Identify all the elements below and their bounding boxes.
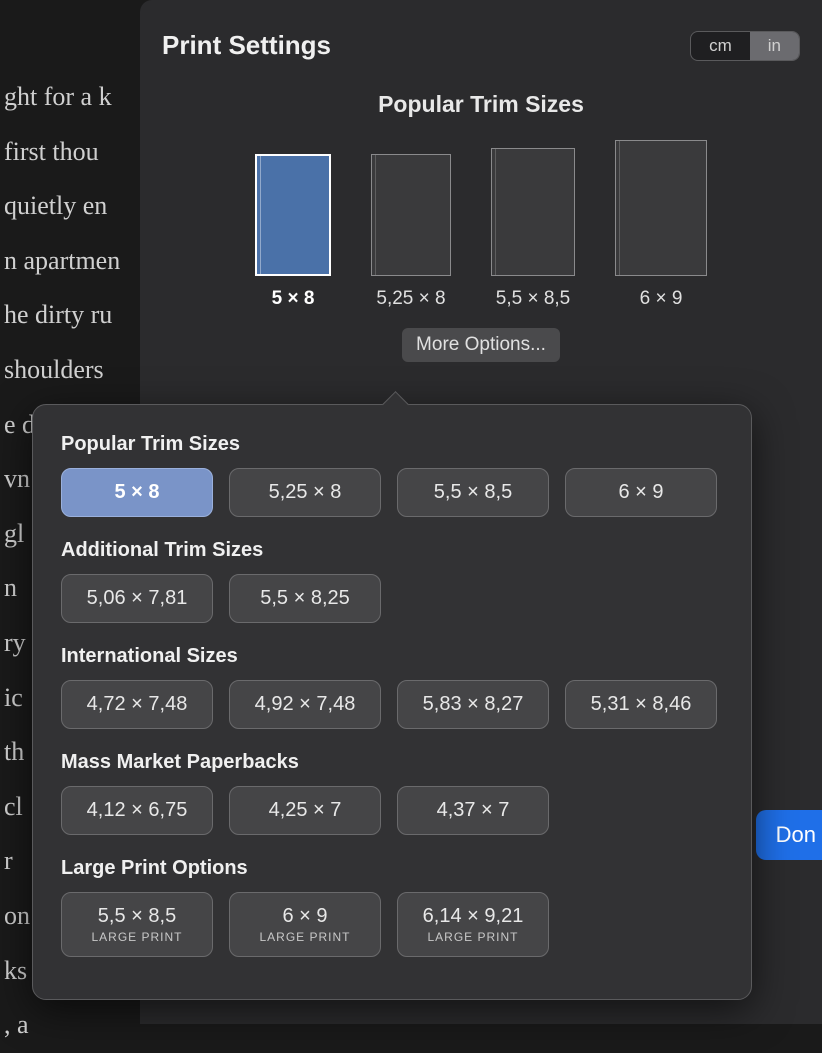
size-option-label: 6,14 × 9,21 (423, 905, 524, 928)
popular-sizes-title: Popular Trim Sizes (162, 91, 800, 118)
trim-preview-label: 5 × 8 (272, 288, 315, 310)
size-option-label: 5,31 × 8,46 (591, 693, 692, 716)
unit-cm-button[interactable]: cm (691, 32, 750, 60)
trim-box (491, 148, 575, 276)
size-option-label: 5 × 8 (114, 481, 159, 504)
popover-section-title: International Sizes (61, 645, 723, 668)
size-option-sublabel: LARGE PRINT (91, 930, 182, 944)
size-option[interactable]: 5,5 × 8,5 (397, 468, 549, 517)
panel-title: Print Settings (162, 30, 331, 61)
popover-row: 5,06 × 7,81 5,5 × 8,25 (61, 574, 723, 623)
trim-box (615, 140, 707, 276)
size-option[interactable]: 6 × 9 LARGE PRINT (229, 892, 381, 957)
size-option-sublabel: LARGE PRINT (427, 930, 518, 944)
background-text-line: , a (0, 998, 140, 1053)
size-option[interactable]: 4,25 × 7 (229, 786, 381, 835)
trim-preview-0[interactable]: 5 × 8 (255, 154, 331, 310)
size-option[interactable]: 4,12 × 6,75 (61, 786, 213, 835)
size-option[interactable]: 5,5 × 8,5 LARGE PRINT (61, 892, 213, 957)
trim-preview-label: 5,25 × 8 (376, 288, 445, 310)
popover-section: Additional Trim Sizes 5,06 × 7,81 5,5 × 8,… (61, 539, 723, 623)
size-option-label: 4,92 × 7,48 (255, 693, 356, 716)
size-option-label: 4,12 × 6,75 (87, 799, 188, 822)
background-text-line: shoulders (0, 343, 140, 398)
size-option-label: 5,5 × 8,5 (434, 481, 512, 504)
size-option-label: 4,25 × 7 (269, 799, 342, 822)
trim-box (255, 154, 331, 276)
trim-box (371, 154, 451, 276)
size-option-label: 5,5 × 8,25 (260, 587, 350, 610)
popover-section-title: Popular Trim Sizes (61, 433, 723, 456)
background-text-line: n apartmen (0, 234, 140, 289)
size-option[interactable]: 5,5 × 8,25 (229, 574, 381, 623)
more-options-row: More Options... (162, 328, 800, 362)
background-text-line: quietly en (0, 179, 140, 234)
size-option-label: 4,37 × 7 (437, 799, 510, 822)
panel-header: Print Settings cm in (162, 30, 800, 61)
popover-row: 4,12 × 6,75 4,25 × 7 4,37 × 7 (61, 786, 723, 835)
popover-section: Large Print Options5,5 × 8,5LARGE PRINT6… (61, 857, 723, 957)
size-option[interactable]: 6 × 9 (565, 468, 717, 517)
trim-preview-label: 5,5 × 8,5 (496, 288, 570, 310)
background-text-line: he dirty ru (0, 288, 140, 343)
size-option[interactable]: 5,25 × 8 (229, 468, 381, 517)
unit-toggle[interactable]: cm in (690, 31, 800, 61)
size-option[interactable]: 6,14 × 9,21 LARGE PRINT (397, 892, 549, 957)
size-option-label: 5,25 × 8 (269, 481, 342, 504)
unit-in-button[interactable]: in (750, 32, 799, 60)
more-options-button[interactable]: More Options... (402, 328, 560, 362)
trim-preview-2[interactable]: 5,5 × 8,5 (491, 148, 575, 310)
size-option[interactable]: 5,06 × 7,81 (61, 574, 213, 623)
popover-row: 5 × 8 5,25 × 8 5,5 × 8,5 6 × 9 (61, 468, 723, 517)
trim-preview-1[interactable]: 5,25 × 8 (371, 154, 451, 310)
background-text-line: first thou (0, 125, 140, 180)
size-option-label: 6 × 9 (618, 481, 663, 504)
popover-section-title: Mass Market Paperbacks (61, 751, 723, 774)
trim-size-previews: 5 × 8 5,25 × 8 5,5 × 8,5 6 × 9 (162, 140, 800, 310)
popover-row: 4,72 × 7,48 4,92 × 7,48 5,83 × 8,27 5,31 × … (61, 680, 723, 729)
size-option-label: 6 × 9 (282, 905, 327, 928)
size-option-label: 5,06 × 7,81 (87, 587, 188, 610)
size-option-sublabel: LARGE PRINT (259, 930, 350, 944)
size-option[interactable]: 5,83 × 8,27 (397, 680, 549, 729)
size-option-label: 5,83 × 8,27 (423, 693, 524, 716)
popover-section-title: Large Print Options (61, 857, 723, 880)
trim-preview-3[interactable]: 6 × 9 (615, 140, 707, 310)
popover-section: Popular Trim Sizes 5 × 8 5,25 × 8 5,5 × 8,5… (61, 433, 723, 517)
more-options-popover: Popular Trim Sizes 5 × 8 5,25 × 8 5,5 × 8,5… (32, 404, 752, 1000)
popover-row: 5,5 × 8,5LARGE PRINT6 × 9LARGE PRINT6,14… (61, 892, 723, 957)
size-option[interactable]: 5 × 8 (61, 468, 213, 517)
popover-section: International Sizes 4,72 × 7,48 4,92 × 7,4… (61, 645, 723, 729)
popover-section-title: Additional Trim Sizes (61, 539, 723, 562)
done-button[interactable]: Don (756, 810, 822, 860)
popover-section: Mass Market Paperbacks 4,12 × 6,75 4,25 × … (61, 751, 723, 835)
size-option[interactable]: 5,31 × 8,46 (565, 680, 717, 729)
size-option-label: 4,72 × 7,48 (87, 693, 188, 716)
size-option[interactable]: 4,92 × 7,48 (229, 680, 381, 729)
size-option-label: 5,5 × 8,5 (98, 905, 176, 928)
size-option[interactable]: 4,37 × 7 (397, 786, 549, 835)
trim-preview-label: 6 × 9 (640, 288, 683, 310)
size-option[interactable]: 4,72 × 7,48 (61, 680, 213, 729)
background-text-line: ght for a k (0, 70, 140, 125)
